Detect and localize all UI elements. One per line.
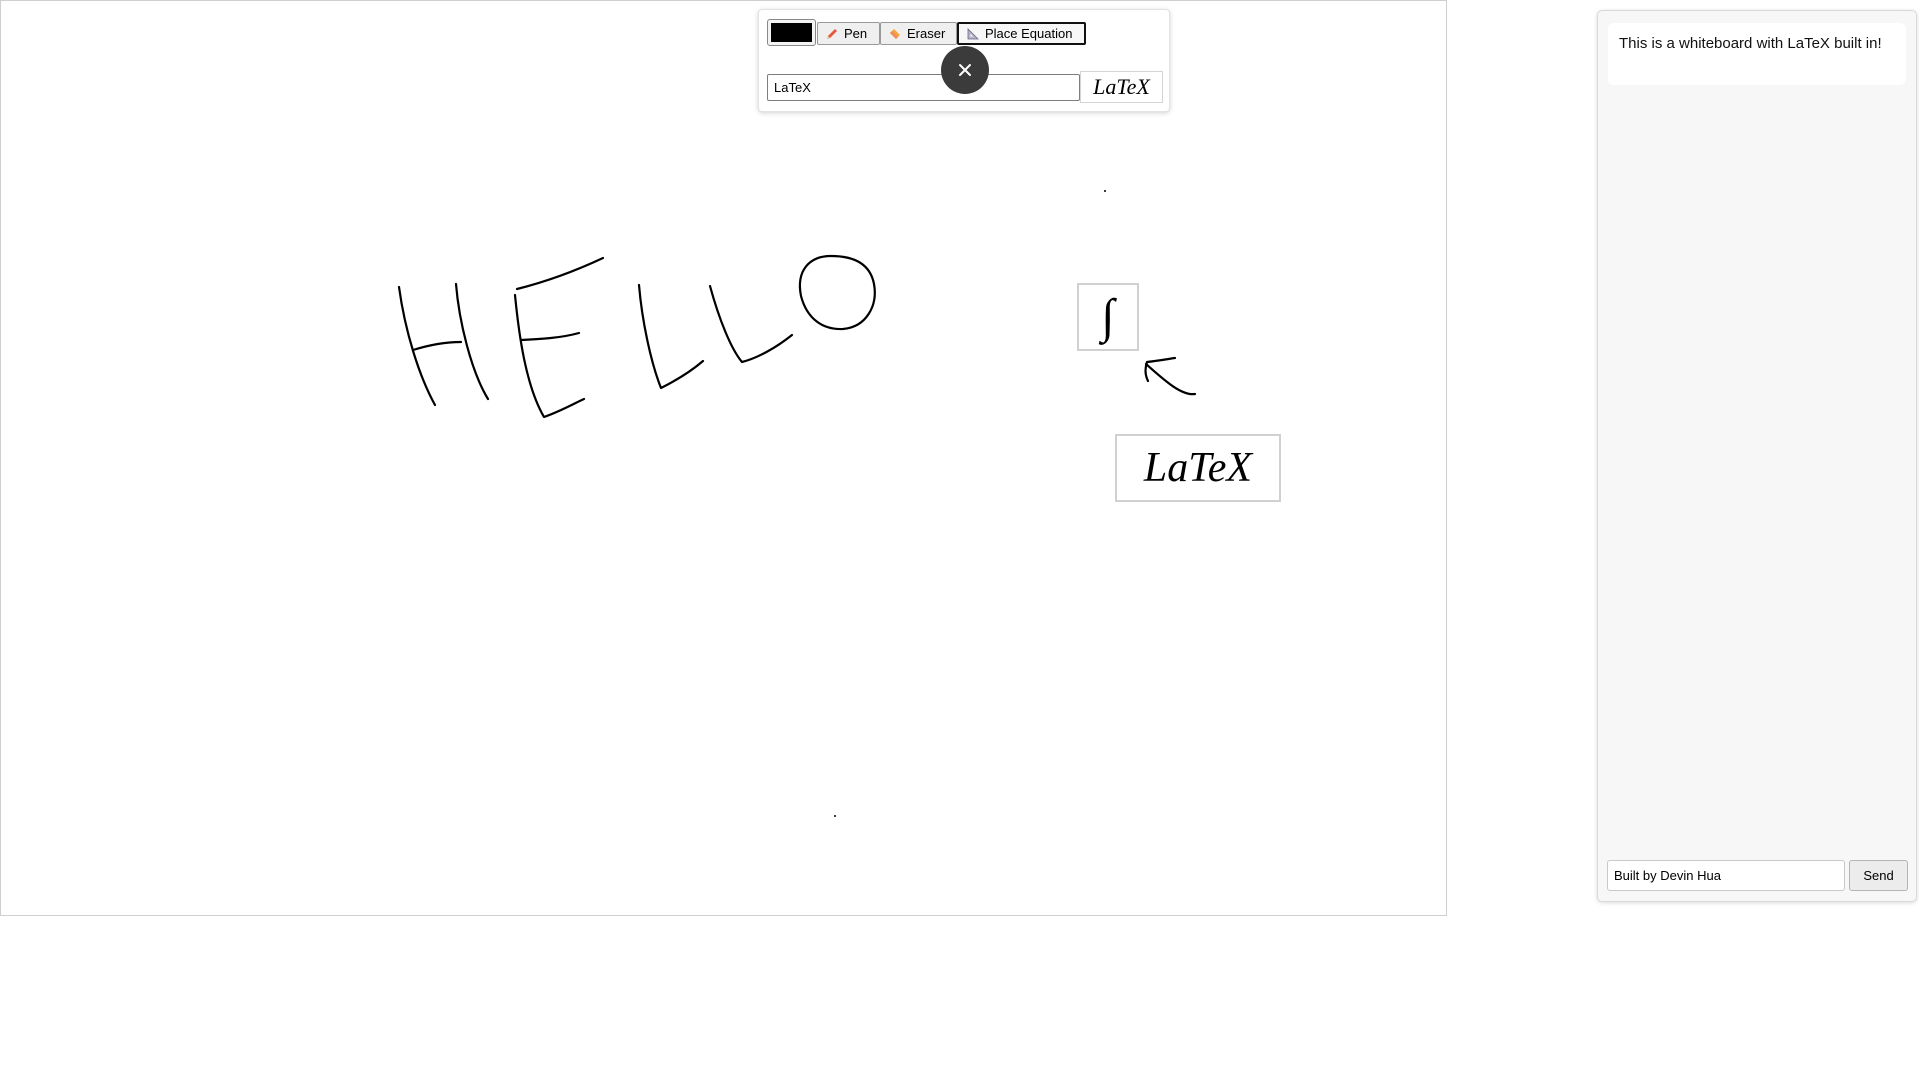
- chat-message: This is a whiteboard with LaTeX built in…: [1608, 23, 1906, 85]
- set-square-icon: [967, 27, 979, 39]
- equation-latex-text: LaTeX: [1143, 445, 1253, 491]
- stroke-l2: [708, 284, 794, 364]
- stroke-l1: [637, 283, 705, 390]
- stroke-o: [798, 254, 876, 331]
- eraser-icon: [890, 28, 900, 39]
- stroke-e-mid: [519, 331, 581, 342]
- stray-dot: [834, 815, 836, 817]
- stroke-e-top: [515, 256, 605, 291]
- pen-label: Pen: [844, 26, 868, 41]
- equation-input[interactable]: [767, 74, 1080, 101]
- place-equation-label: Place Equation: [985, 26, 1073, 41]
- stroke-h-bar: [411, 340, 463, 352]
- whiteboard-canvas[interactable]: ∫ LaTeX: [0, 0, 1447, 916]
- send-button[interactable]: Send: [1849, 860, 1908, 891]
- pencil-icon: [827, 28, 837, 39]
- equation-integral[interactable]: ∫: [1077, 283, 1139, 351]
- chat-input[interactable]: [1607, 860, 1845, 891]
- stray-dot: [1104, 190, 1106, 192]
- chat-panel: This is a whiteboard with LaTeX built in…: [1597, 10, 1917, 902]
- color-swatch: [771, 23, 812, 42]
- close-button[interactable]: [941, 46, 989, 94]
- stroke-e-spine: [513, 293, 586, 419]
- eraser-button[interactable]: Eraser: [880, 22, 957, 45]
- equation-latex[interactable]: LaTeX: [1115, 434, 1281, 502]
- equation-preview-text: LaTeX: [1093, 74, 1150, 99]
- equation-preview: LaTeX: [1080, 71, 1163, 103]
- color-picker[interactable]: [767, 19, 816, 46]
- eraser-label: Eraser: [907, 26, 946, 41]
- equation-integral-text: ∫: [1101, 290, 1115, 343]
- place-equation-button[interactable]: Place Equation: [957, 22, 1086, 45]
- pen-button[interactable]: Pen: [817, 22, 880, 45]
- stroke-arrow-shaft: [1144, 362, 1197, 396]
- close-icon: [959, 64, 971, 76]
